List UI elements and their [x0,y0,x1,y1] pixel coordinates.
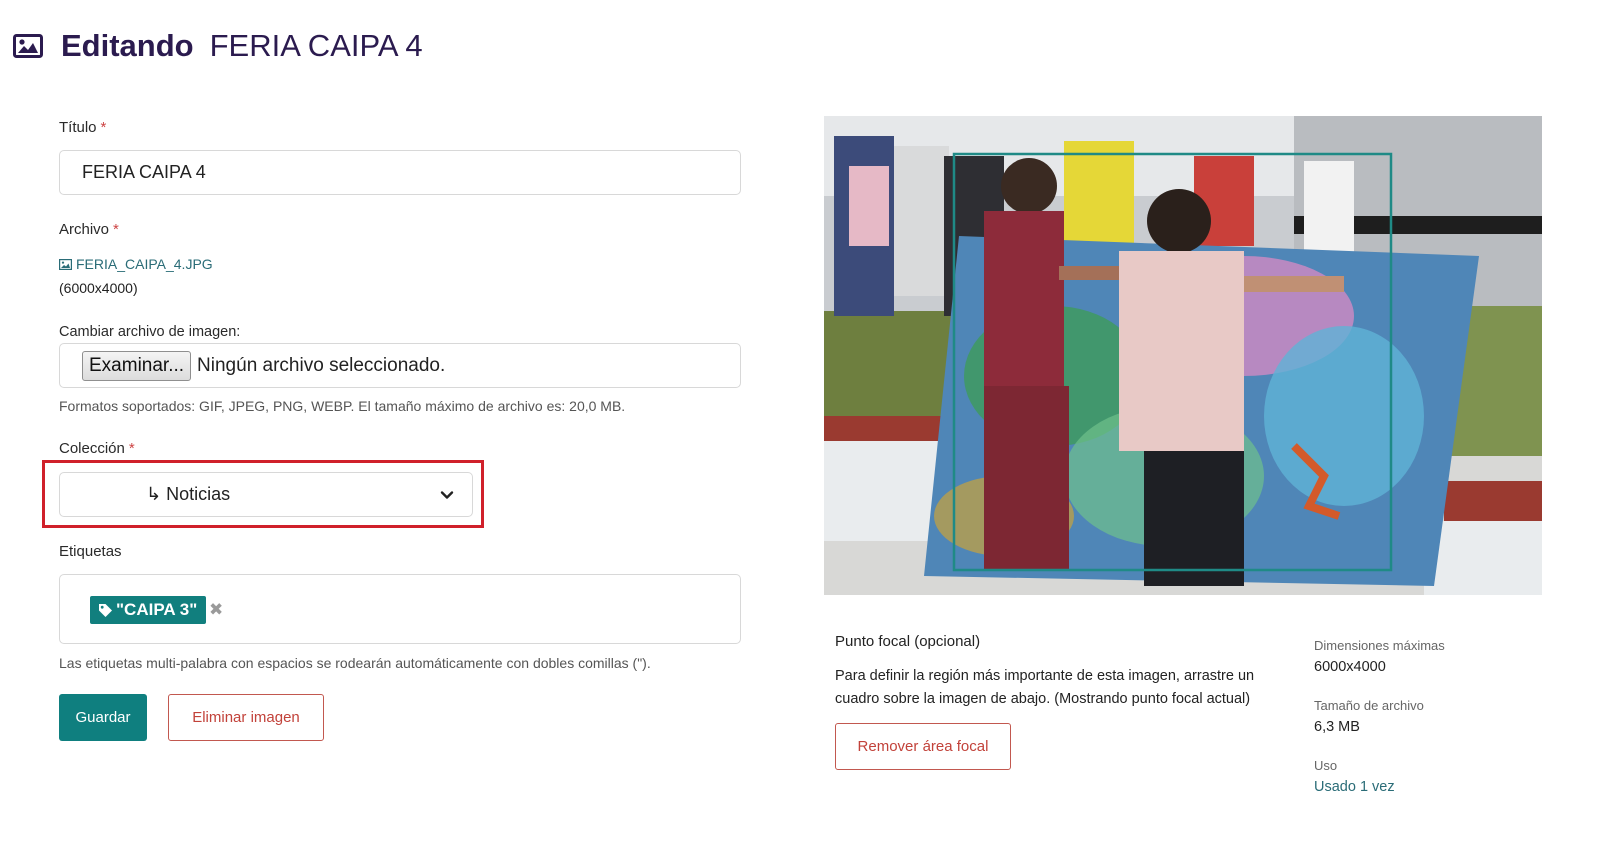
page-heading-label: Editando [61,28,194,63]
chevron-down-icon [440,491,454,499]
formats-help: Formatos soportados: GIF, JPEG, PNG, WEB… [59,398,626,414]
delete-image-button[interactable]: Eliminar imagen [168,694,324,741]
focal-description: Para definir la región más importante de… [835,668,1255,707]
image-preview[interactable] [824,116,1542,595]
collection-selected-value: ↳ Noticias [146,484,231,504]
tag-icon [99,603,112,617]
remove-focal-area-button[interactable]: Remover área focal [835,723,1011,770]
image-icon [13,34,43,58]
browse-button[interactable]: Examinar... [82,350,192,381]
tag-remove-icon[interactable]: ✖ [209,600,223,620]
max-dimensions-value: 6000x4000 [1314,659,1386,675]
file-label-text: Archivo [59,221,110,238]
tag-label: "CAIPA 3" [116,600,198,619]
required-mark: * [128,440,135,457]
collection-label-text: Colección [59,440,125,457]
title-input[interactable]: FERIA CAIPA 4 [59,150,741,195]
title-label-text: Título [59,119,97,136]
tag-chip: "CAIPA 3" [90,596,207,624]
tags-label: Etiquetas [59,543,122,560]
tags-input[interactable]: "CAIPA 3" ✖ [59,574,741,644]
max-dimensions-label: Dimensiones máximas [1314,638,1445,653]
file-name: FERIA_CAIPA_4.JPG [76,256,213,272]
required-mark: * [113,221,119,238]
tags-help: Las etiquetas multi-palabra con espacios… [59,655,651,671]
file-input[interactable]: Examinar... Ningún archivo seleccionado. [59,343,741,388]
collection-select[interactable]: ↳ Noticias [59,472,473,517]
required-mark: * [100,119,107,136]
collection-label: Colección * [59,440,135,457]
page-header: Editando FERIA CAIPA 4 [13,28,423,64]
page-title: FERIA CAIPA 4 [209,28,423,63]
usage-link[interactable]: Usado 1 vez [1314,779,1395,795]
title-input-value: FERIA CAIPA 4 [82,162,206,182]
file-size-label: Tamaño de archivo [1314,698,1424,713]
file-link[interactable]: FERIA_CAIPA_4.JPG [59,256,213,272]
save-button[interactable]: Guardar [59,694,147,741]
file-size-value: 6,3 MB [1314,719,1360,735]
focal-title: Punto focal (opcional) [835,633,981,650]
change-file-label: Cambiar archivo de imagen: [59,324,241,340]
file-label: Archivo * [59,221,119,238]
file-status: Ningún archivo seleccionado. [197,354,446,376]
usage-label: Uso [1314,758,1338,773]
image-icon [59,258,72,270]
file-dimensions: (6000x4000) [59,280,138,296]
title-label: Título * [59,119,106,136]
